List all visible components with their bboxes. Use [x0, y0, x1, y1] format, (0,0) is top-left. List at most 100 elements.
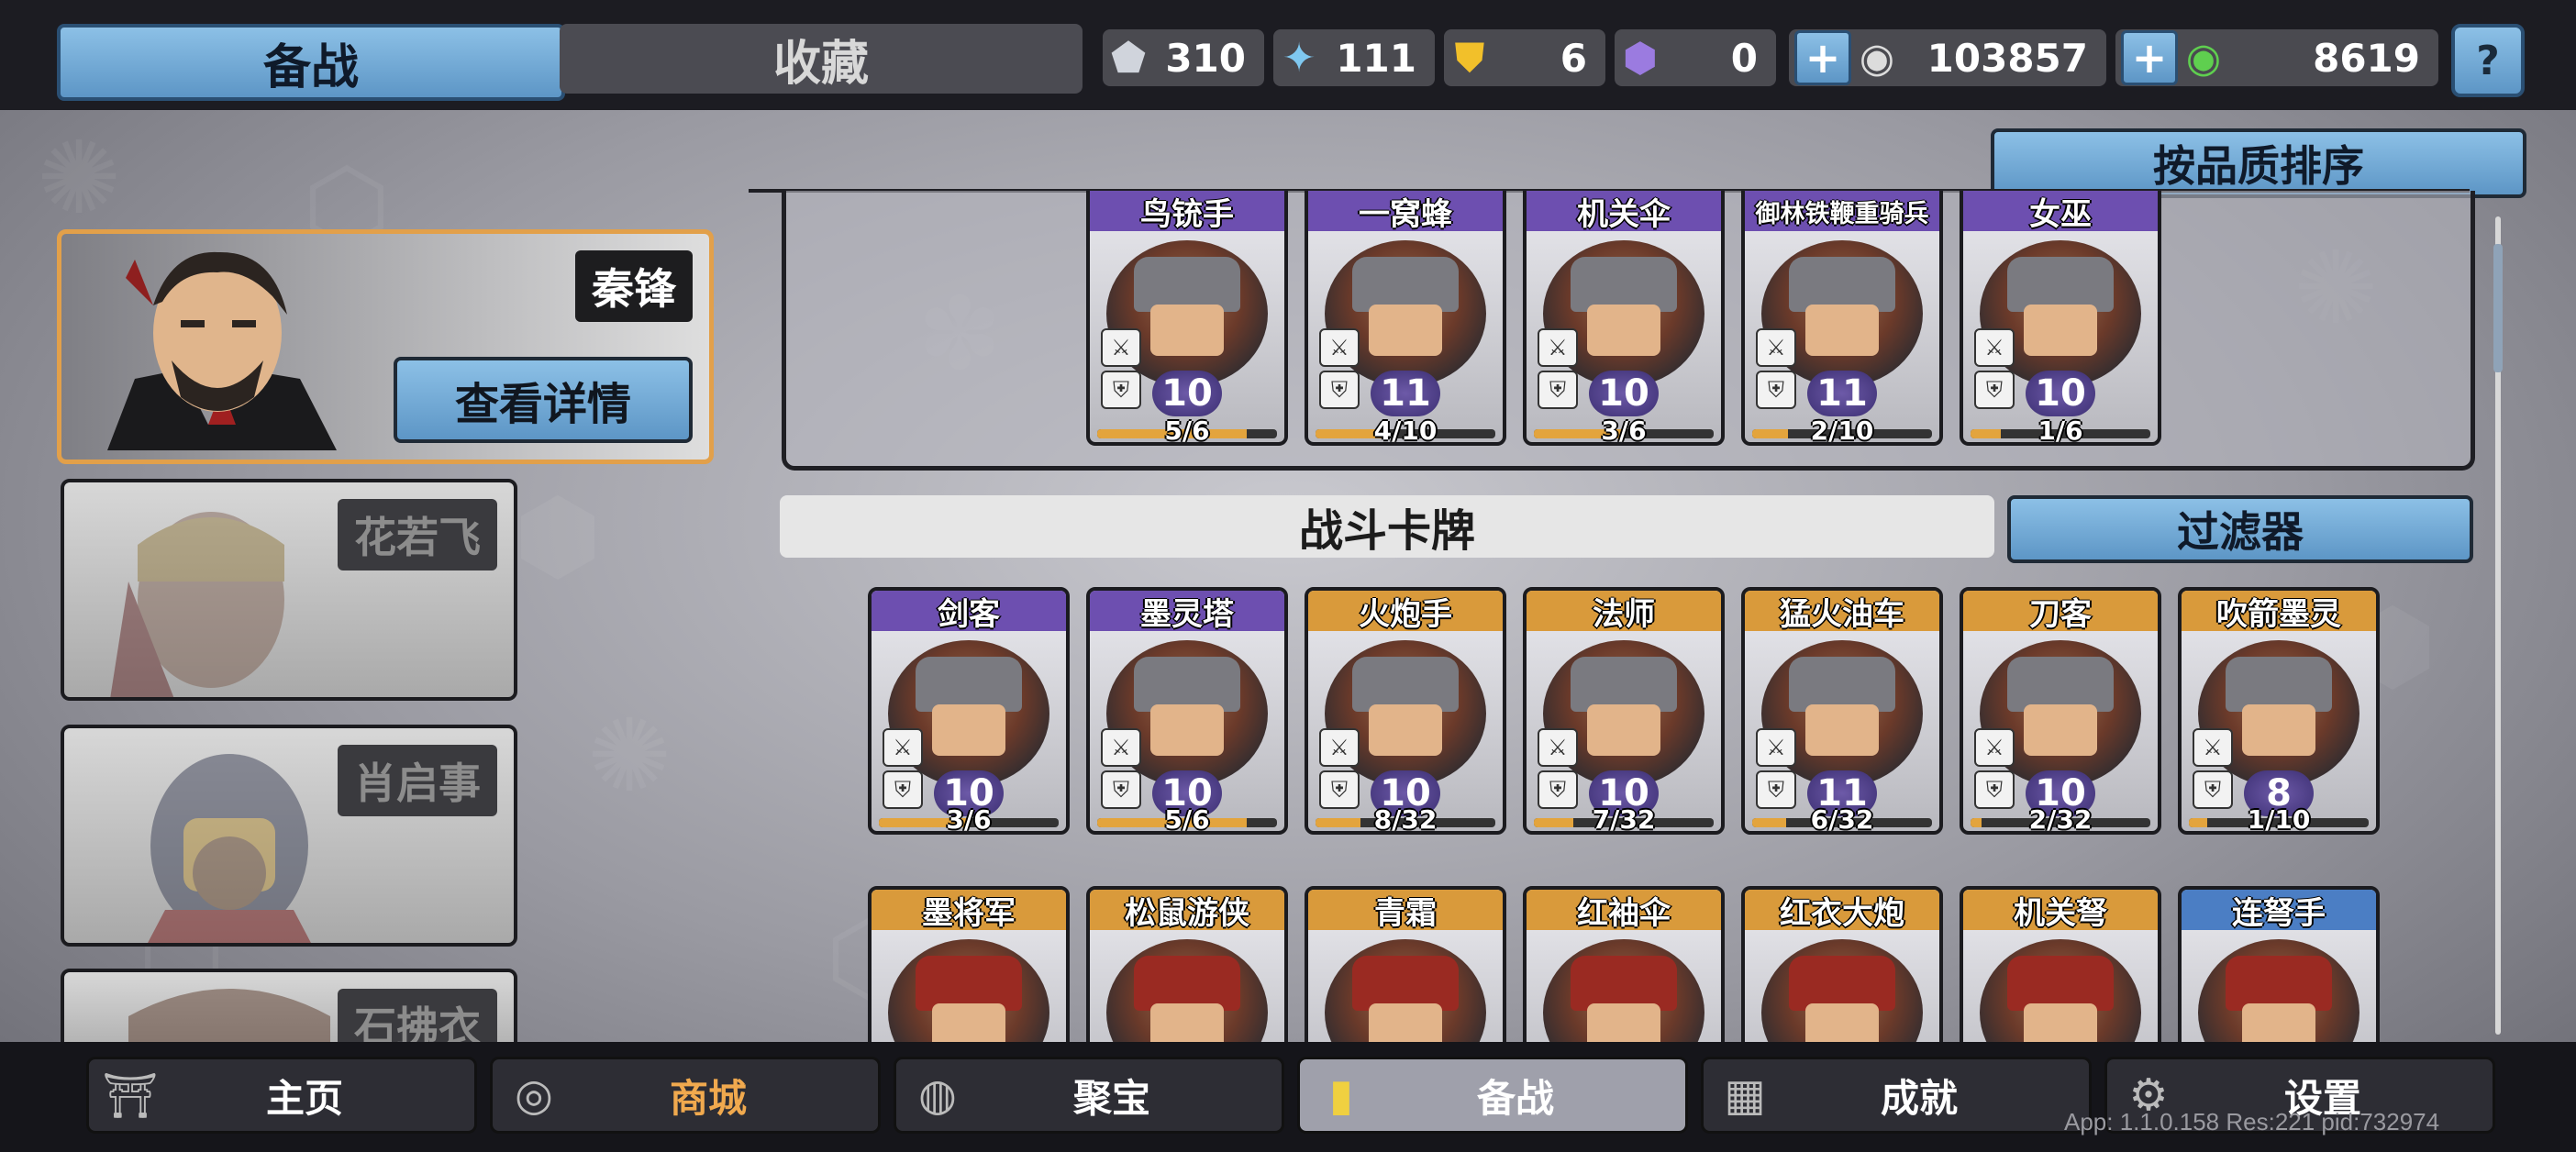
- unit-portrait: [1761, 939, 1923, 1042]
- scrollbar-thumb[interactable]: [2493, 244, 2503, 372]
- nav-achievement[interactable]: ▦ 成就: [1701, 1057, 2092, 1134]
- skill-icon: ⚔: [1101, 328, 1141, 367]
- skill-icon: ⚔: [1756, 328, 1796, 367]
- unit-card[interactable]: 猛火油车 ⚔ ⛨ 11 6/32: [1741, 587, 1943, 835]
- unit-name: 鸟铳手: [1090, 191, 1284, 233]
- hero-card[interactable]: 花若飞: [61, 479, 517, 701]
- green-coin-icon: ◉: [2185, 34, 2222, 82]
- resource-value: 310: [1165, 35, 1246, 81]
- unit-name: 剑客: [872, 591, 1066, 633]
- hero-name: 花若飞: [338, 499, 497, 570]
- hero-card[interactable]: 肖启事: [61, 725, 517, 947]
- blue-crystal-icon: ✦: [1282, 34, 1316, 82]
- card-count: 7/32: [1592, 804, 1656, 835]
- view-details-button[interactable]: 查看详情: [394, 357, 693, 443]
- nav-shop[interactable]: ◎ 商城: [490, 1057, 881, 1134]
- unit-card[interactable]: 御林铁鞭重骑兵 ⚔ ⛨ 11 2/10: [1741, 191, 1943, 446]
- nav-label: 聚宝: [1072, 1075, 1150, 1121]
- hero-portrait: [107, 251, 337, 450]
- unit-card[interactable]: 红衣大炮: [1741, 886, 1943, 1042]
- nav-label: 商城: [669, 1075, 747, 1121]
- unit-portrait: [1543, 939, 1704, 1042]
- hero-card-selected[interactable]: 秦锋 查看详情: [57, 229, 714, 464]
- role-icon: ⛨: [1756, 371, 1796, 409]
- unit-card[interactable]: 机关伞 ⚔ ⛨ 10 3/6: [1523, 191, 1725, 446]
- role-icon: ⛨: [1319, 770, 1360, 809]
- sort-by-quality-button[interactable]: 按品质排序: [1991, 128, 2526, 198]
- skill-icon: ⚔: [1756, 728, 1796, 767]
- unit-card[interactable]: 红袖伞: [1523, 886, 1725, 1042]
- unit-card[interactable]: 法师 ⚔ ⛨ 10 7/32: [1523, 587, 1725, 835]
- home-icon: ⛩: [102, 1069, 159, 1122]
- unit-card[interactable]: 剑客 ⚔ ⛨ 10 3/6: [868, 587, 1070, 835]
- achievement-icon: ▦: [1724, 1069, 1766, 1121]
- unit-card[interactable]: 刀客 ⚔ ⛨ 10 2/32: [1960, 587, 2161, 835]
- add-green-coin-button[interactable]: +: [2121, 30, 2178, 85]
- unit-name: 法师: [1527, 591, 1721, 633]
- unit-name: 墨灵塔: [1090, 591, 1284, 633]
- unit-name: 松鼠游侠: [1090, 890, 1284, 932]
- filter-button[interactable]: 过滤器: [2007, 495, 2473, 563]
- card-count: 1/10: [2247, 804, 2311, 835]
- unit-name: 连弩手: [2182, 890, 2376, 932]
- role-icon: ⛨: [1974, 371, 2015, 409]
- coins-icon: ◎: [515, 1069, 553, 1121]
- unit-name: 猛火油车: [1745, 591, 1939, 633]
- card-count: 8/32: [1373, 804, 1438, 835]
- unit-card[interactable]: 吹箭墨灵 ⚔ ⛨ 8 1/10: [2178, 587, 2380, 835]
- card-count: 2/10: [1810, 415, 1874, 446]
- nav-home[interactable]: ⛩ 主页: [86, 1057, 477, 1134]
- resource-purple-gem: ⬢ 0: [1615, 29, 1776, 86]
- help-button[interactable]: ?: [2451, 24, 2525, 97]
- unit-card[interactable]: 火炮手 ⚔ ⛨ 10 8/32: [1305, 587, 1506, 835]
- card-count: 2/32: [2028, 804, 2093, 835]
- unit-name: 御林铁鞭重骑兵: [1745, 191, 1939, 231]
- resource-value: 6: [1560, 35, 1587, 81]
- role-icon: ⛨: [1319, 371, 1360, 409]
- unit-card[interactable]: 一窝蜂 ⚔ ⛨ 11 4/10: [1305, 191, 1506, 446]
- skill-icon: ⚔: [1101, 728, 1141, 767]
- tab-collection[interactable]: 收藏: [560, 24, 1083, 94]
- unit-name: 火炮手: [1308, 591, 1503, 633]
- unit-name: 红衣大炮: [1745, 890, 1939, 932]
- card-count: 4/10: [1373, 415, 1438, 446]
- unit-portrait: [1980, 939, 2141, 1042]
- skill-icon: ⚔: [1974, 328, 2015, 367]
- nav-label: 主页: [265, 1075, 343, 1121]
- unit-portrait: [1106, 939, 1268, 1042]
- resource-value: 103857: [1926, 35, 2088, 81]
- treasure-bowl-icon: ◍: [918, 1069, 957, 1121]
- purple-gem-icon: ⬢: [1622, 34, 1659, 82]
- unit-portrait: [888, 939, 1049, 1042]
- resource-silver-coin: + ◉ 103857: [1789, 29, 2106, 86]
- unit-card[interactable]: 连弩手: [2178, 886, 2380, 1042]
- unit-card[interactable]: 机关弩: [1960, 886, 2161, 1042]
- unit-card[interactable]: 松鼠游侠: [1086, 886, 1288, 1042]
- card-count: 5/6: [1164, 804, 1210, 835]
- unit-level-badge: 10: [2026, 371, 2095, 416]
- nav-prepare[interactable]: ▮ 备战: [1297, 1057, 1688, 1134]
- unit-card[interactable]: 墨灵塔 ⚔ ⛨ 10 5/6: [1086, 587, 1288, 835]
- resource-gold-badge: ⛊ 6: [1444, 29, 1605, 86]
- nav-label: 备战: [1476, 1075, 1554, 1121]
- resource-silver-crystal: ⬟ 310: [1103, 29, 1264, 86]
- card-count: 5/6: [1164, 415, 1210, 446]
- unit-name: 机关弩: [1963, 890, 2158, 932]
- role-icon: ⛨: [1538, 371, 1578, 409]
- add-silver-coin-button[interactable]: +: [1794, 30, 1851, 85]
- unit-name: 机关伞: [1527, 191, 1721, 233]
- unit-card[interactable]: 墨将军: [868, 886, 1070, 1042]
- battle-cards-row-clipped: 墨将军 松鼠游侠 青霜 红袖伞 红衣大炮 机关弩 连弩手: [780, 881, 2477, 1042]
- unit-card[interactable]: 青霜: [1305, 886, 1506, 1042]
- tab-prepare[interactable]: 备战: [57, 24, 565, 101]
- unit-level-badge: 10: [1152, 371, 1222, 416]
- battle-cards-header: 战斗卡牌: [780, 495, 1994, 558]
- nav-treasure[interactable]: ◍ 聚宝: [894, 1057, 1284, 1134]
- unit-card[interactable]: 鸟铳手 ⚔ ⛨ 10 5/6: [1086, 191, 1288, 446]
- app-version-info: App: 1.1.0.158 Res:221 pid:732974: [2064, 1108, 2440, 1135]
- resource-value: 111: [1336, 35, 1416, 81]
- card-count: 1/6: [2037, 415, 2083, 446]
- role-icon: ⛨: [1538, 770, 1578, 809]
- unit-card[interactable]: 女巫 ⚔ ⛨ 10 1/6: [1960, 191, 2161, 446]
- silver-crystal-icon: ⬟: [1110, 34, 1147, 82]
